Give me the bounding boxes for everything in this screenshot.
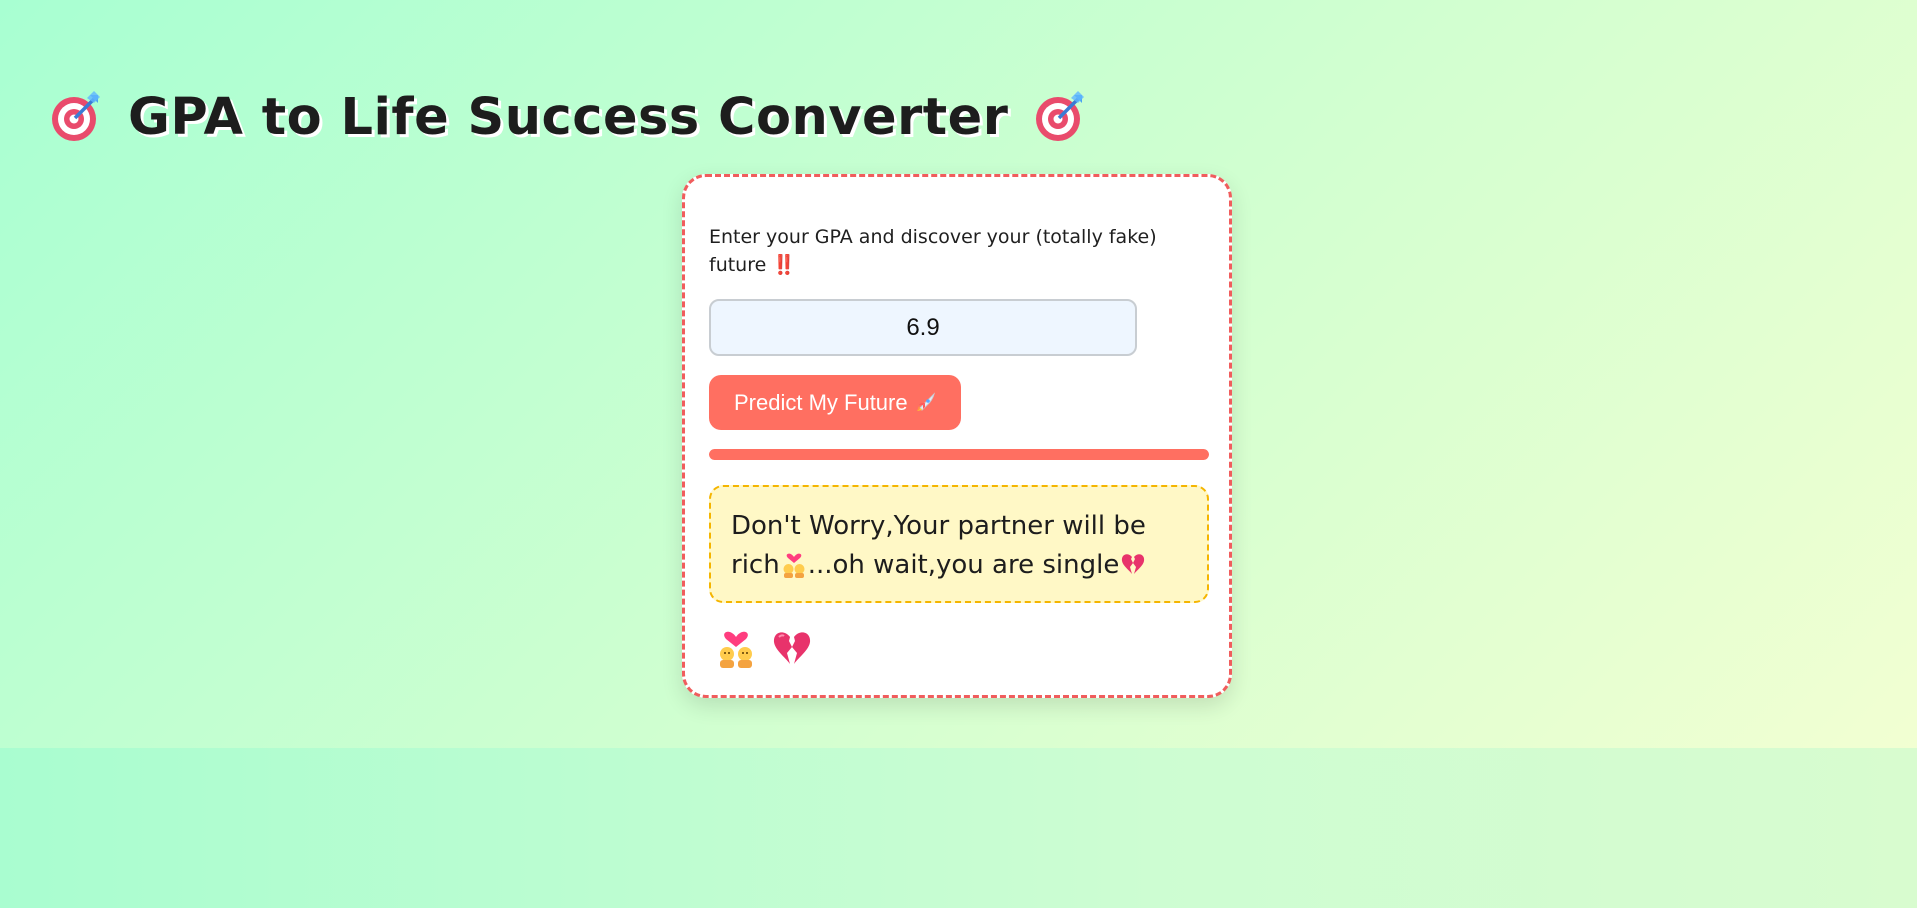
target-icon	[1036, 91, 1085, 141]
broken-heart-icon	[1122, 554, 1145, 574]
couple-with-heart-icon	[720, 631, 752, 668]
progress-bar	[709, 449, 1209, 460]
predict-button-label: Predict My Future	[734, 389, 908, 415]
prediction-result: Don't Worry,Your partner will be rich ..…	[709, 485, 1209, 603]
gpa-input[interactable]	[709, 299, 1137, 356]
page-background-lower	[0, 748, 1917, 908]
target-icon	[52, 91, 100, 141]
rocket-icon	[916, 391, 935, 411]
page-title: GPA to Life Success Converter	[50, 82, 1086, 152]
converter-card: Enter your GPA and discover your (totall…	[682, 174, 1232, 698]
broken-heart-icon	[773, 632, 811, 664]
progress-fill	[709, 449, 1209, 460]
gpa-prompt: Enter your GPA and discover your (totall…	[709, 226, 1157, 276]
predict-future-button[interactable]: Predict My Future	[709, 375, 961, 430]
couple-with-heart-icon	[783, 553, 805, 578]
result-text-part2: ...oh wait,you are single	[807, 550, 1120, 580]
page-title-text: GPA to Life Success Converter	[128, 87, 1009, 147]
reaction-emojis	[715, 627, 813, 669]
